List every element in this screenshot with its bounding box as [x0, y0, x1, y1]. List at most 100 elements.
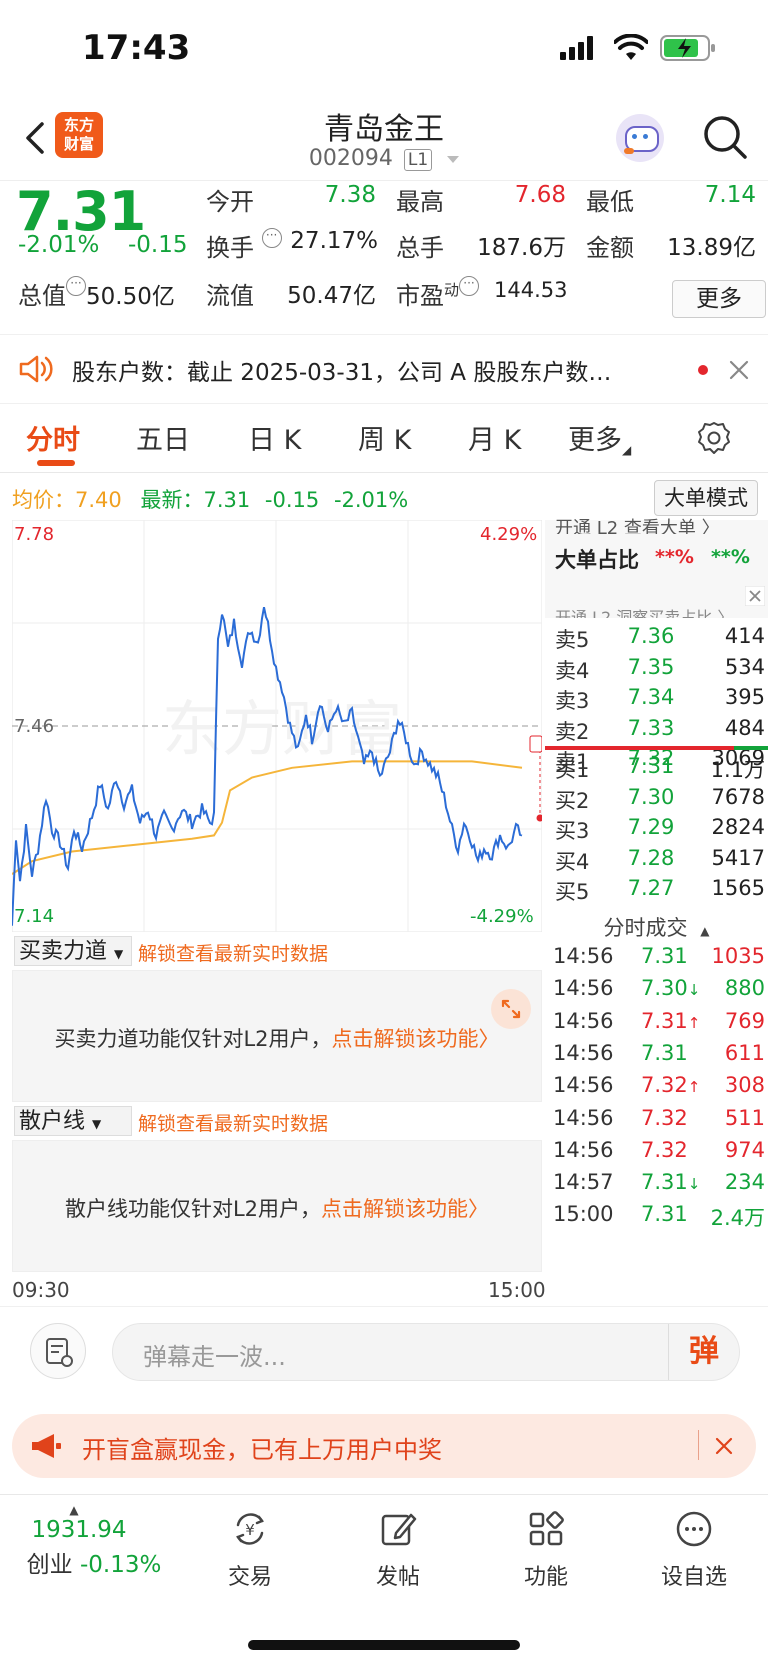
- megaphone-icon: [32, 1434, 61, 1458]
- volume-value: 187.6万: [477, 235, 566, 261]
- svg-text:¥: ¥: [245, 1521, 255, 1539]
- trade-volume: 769: [724, 1008, 765, 1033]
- notice-text: 股东户数：截止 2025-03-31，公司 A 股股东户数…: [72, 360, 612, 386]
- more-dots-icon[interactable]: ···: [459, 276, 480, 296]
- promo-banner[interactable]: 开盲盒赢现金，已有上万用户中奖: [12, 1414, 756, 1478]
- ask-volume: 414: [724, 624, 765, 648]
- nav-functions-label: 功能: [523, 1565, 568, 1590]
- bid-price: 7.29: [627, 815, 675, 840]
- close-icon[interactable]: [728, 359, 750, 381]
- bid-row[interactable]: 买4 7.28 5417: [555, 846, 765, 876]
- market-cap-value: 50.50亿: [86, 284, 175, 310]
- trade-price: 7.31: [641, 1202, 688, 1226]
- level-badge: L1: [403, 149, 433, 171]
- trade-time: 14:56: [553, 1073, 614, 1098]
- trade-price: 7.31↑: [641, 1009, 700, 1033]
- tab-five-day[interactable]: 五日: [136, 418, 190, 457]
- latest-value: 7.31: [203, 488, 251, 512]
- unlock-link[interactable]: 解锁查看最新实时数据: [138, 1109, 328, 1136]
- ai-assistant-icon[interactable]: [616, 114, 664, 162]
- intraday-chart[interactable]: 东方财富: [12, 520, 542, 932]
- more-quote-button[interactable]: 更多: [672, 280, 766, 318]
- l2-promo-top[interactable]: 开通 L2 查看大单 〉: [555, 514, 765, 534]
- home-indicator: [248, 1640, 520, 1650]
- ask-row[interactable]: 卖3 7.34 395: [555, 685, 765, 715]
- nav-trade[interactable]: ¥ 交易: [190, 1509, 310, 1591]
- ask-price: 7.35: [627, 654, 675, 679]
- divider: [698, 1430, 699, 1460]
- indicator-select-buysell[interactable]: 买卖力道 ▼: [14, 936, 132, 966]
- bid-row[interactable]: 买1 7.31 1.1万: [555, 754, 765, 784]
- caret-up-icon: ▲: [69, 1503, 79, 1517]
- note-settings-icon[interactable]: [30, 1323, 86, 1379]
- trade-price-value: 7.31: [641, 1008, 688, 1033]
- tab-daily-k[interactable]: 日 K: [248, 418, 301, 457]
- tab-weekly-k[interactable]: 周 K: [358, 418, 411, 457]
- grid-apps-icon: [529, 1511, 564, 1546]
- ask-price: 7.34: [627, 685, 675, 710]
- indicator-select-retail[interactable]: 散户线 ▼: [14, 1106, 132, 1136]
- indicator-body-retail: 散户线功能仅针对L2用户，点击解锁该功能〉: [12, 1140, 542, 1272]
- caret-down-icon: ▼: [92, 1117, 102, 1131]
- latest-change: -0.15: [264, 488, 320, 512]
- trade-direction-icon: ↑: [687, 1013, 701, 1032]
- tab-more[interactable]: 更多◢: [568, 418, 631, 457]
- index-ticker[interactable]: ▲ 1931.94 创业 -0.13%: [14, 1503, 174, 1579]
- more-dots-icon[interactable]: ···: [261, 228, 282, 248]
- avg-value: 7.40: [75, 488, 122, 512]
- bid-row[interactable]: 买5 7.27 1565: [555, 876, 765, 906]
- tab-intraday[interactable]: 分时: [26, 418, 80, 457]
- open-value: 7.38: [324, 182, 376, 208]
- time-axis-start: 09:30: [12, 1278, 70, 1302]
- indicator-name: 散户线: [19, 1109, 86, 1134]
- speaker-icon: [19, 355, 53, 383]
- l2-promo-bottom[interactable]: 开通 L2 洞察买卖占比 〉: [555, 604, 745, 618]
- expand-icon[interactable]: [491, 989, 531, 1029]
- big-order-mode-button[interactable]: 大单模式: [654, 480, 758, 516]
- pe-dynamic-tag: 动: [444, 281, 460, 299]
- nav-functions[interactable]: 功能: [486, 1509, 606, 1591]
- trade-row: 14:56 7.31 1035: [553, 944, 765, 976]
- tab-monthly-k[interactable]: 月 K: [468, 418, 521, 457]
- low-value: 7.14: [704, 182, 756, 208]
- unlock-feature-link[interactable]: 点击解锁该功能〉: [321, 1197, 489, 1221]
- trade-row: 14:56 7.32 974: [553, 1138, 765, 1170]
- big-order-box[interactable]: 开通 L2 查看大单 〉 大单占比 **% **% 开通 L2 洞察买卖占比 〉: [545, 518, 768, 618]
- ask-row[interactable]: 卖5 7.36 414: [555, 624, 765, 654]
- y-axis-mid: 7.46: [14, 716, 55, 737]
- comment-bar: 弹幕走一波... 弹: [0, 1306, 768, 1399]
- notice-bar[interactable]: 股东户数：截止 2025-03-31，公司 A 股股东户数…: [0, 334, 768, 404]
- danmu-input[interactable]: 弹幕走一波... 弹: [112, 1323, 740, 1381]
- latest-label: 最新：: [140, 488, 204, 512]
- ask-row[interactable]: 卖4 7.35 534: [555, 655, 765, 685]
- nav-post[interactable]: 发帖: [338, 1509, 458, 1591]
- search-icon[interactable]: [700, 112, 750, 162]
- bid-row[interactable]: 买2 7.30 7678: [555, 785, 765, 815]
- nav-watchlist-settings[interactable]: 设自选: [634, 1509, 754, 1591]
- bid-row[interactable]: 买3 7.29 2824: [555, 815, 765, 845]
- trades-title[interactable]: 分时成交 ▲: [545, 912, 768, 942]
- trade-price: 7.32: [641, 1106, 688, 1130]
- close-icon[interactable]: [714, 1436, 734, 1456]
- danmu-toggle-button[interactable]: 弹: [668, 1324, 739, 1380]
- amount-label: 金额: [586, 234, 634, 262]
- close-icon[interactable]: [745, 586, 765, 606]
- indicator-name: 买卖力道: [19, 939, 108, 964]
- lock-text: 买卖力道功能仅针对L2用户，: [54, 1027, 332, 1051]
- active-tab-indicator: [37, 460, 75, 466]
- big-ratio-sell: **%: [711, 546, 750, 568]
- trade-price: 7.31: [641, 944, 688, 968]
- trade-row: 14:56 7.31↑ 769: [553, 1009, 765, 1041]
- settings-gear-icon[interactable]: [696, 420, 732, 456]
- bid-volume: 5417: [711, 845, 765, 870]
- trade-price: 7.32↑: [641, 1073, 700, 1097]
- bid-volume: 1565: [711, 876, 765, 901]
- turnover-value: 27.17%: [290, 228, 378, 254]
- pct-axis-bottom: -4.29%: [470, 906, 534, 927]
- unlock-link[interactable]: 解锁查看最新实时数据: [138, 939, 328, 966]
- ask-row[interactable]: 卖2 7.33 484: [555, 716, 765, 746]
- unlock-feature-link[interactable]: 点击解锁该功能〉: [332, 1027, 500, 1051]
- more-dots-icon[interactable]: ···: [66, 276, 86, 296]
- event-marker-icon[interactable]: [529, 735, 542, 753]
- trade-row: 14:56 7.32↑ 308: [553, 1073, 765, 1105]
